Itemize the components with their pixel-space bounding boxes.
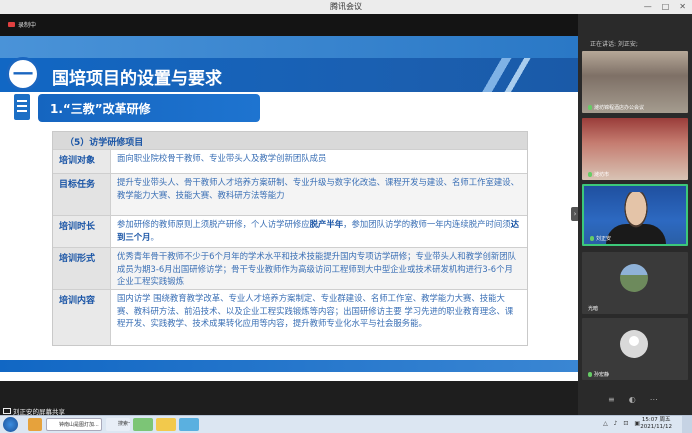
close-button[interactable]: ✕ bbox=[679, 0, 686, 14]
participant-avatar-tile[interactable]: 孙宏静 bbox=[582, 318, 688, 380]
chapter-number: 一 bbox=[13, 62, 33, 86]
project-table: （5）访学研修项目 培训对象 面向职业院校骨干教师、专业带头人及教学创新团队成员… bbox=[52, 131, 528, 346]
mic-icon bbox=[588, 105, 592, 110]
speaking-indicator: 正在讲话: 刘正安; bbox=[590, 41, 638, 48]
recording-bar: 录制中 bbox=[0, 14, 578, 36]
window-controls: — □ ✕ bbox=[644, 0, 686, 14]
participants-panel: 正在讲话: 刘正安; 潍坊锦程酒店办公会议 潍坊市 刘正安 光暗 孙宏静 ≡ ◐… bbox=[578, 14, 692, 415]
layout-icon[interactable]: ◐ bbox=[629, 395, 636, 404]
table-row: 目标任务 提升专业带头人、骨干教师人才培养方案研制、专业升级与数字化改造、课程开… bbox=[53, 173, 527, 215]
minimize-button[interactable]: — bbox=[644, 0, 652, 14]
taskbar-item-app[interactable] bbox=[179, 418, 199, 431]
table-row: 培训内容 国内访学 围绕教育教学改革、专业人才培养方案制定、专业群建设、名师工作… bbox=[53, 289, 527, 345]
mic-icon bbox=[590, 236, 594, 241]
taskbar-item-explorer[interactable] bbox=[28, 418, 42, 431]
taskbar-item-folder[interactable] bbox=[156, 418, 176, 431]
row-content: 提升专业带头人、骨干教师人才培养方案研制、专业升级与数字化改造、课程开发与建设、… bbox=[111, 174, 527, 215]
window-title: 腾讯会议 bbox=[330, 2, 362, 11]
participant-label: 潍坊市 bbox=[588, 171, 609, 178]
taskbar-clock[interactable]: 15:07 周五 2021/11/12 bbox=[640, 417, 672, 431]
row-label: 培训内容 bbox=[53, 290, 111, 345]
recording-indicator[interactable]: 录制中 bbox=[8, 20, 36, 29]
recording-label: 录制中 bbox=[18, 22, 37, 29]
row-content: 优秀青年骨干教师不少于6个月年的学术水平和技术技能提升国内专项访学研修；专业带头… bbox=[111, 248, 527, 289]
avatar bbox=[620, 264, 648, 292]
document-icon bbox=[14, 94, 30, 120]
chapter-title: 国培项目的设置与要求 bbox=[52, 69, 222, 89]
banner-decoration bbox=[438, 58, 578, 92]
speaker-face bbox=[618, 192, 654, 238]
row-content: 国内访学 围绕教育教学改革、专业人才培养方案制定、专业群建设、名师工作室、教学能… bbox=[117, 293, 514, 328]
table-row: 培训形式 优秀青年骨干教师不少于6个月年的学术水平和技术技能提升国内专项访学研修… bbox=[53, 247, 527, 289]
list-icon[interactable]: ≡ bbox=[608, 395, 615, 404]
section-title: 1.“三教”改革研修 bbox=[50, 102, 151, 116]
row-label: 培训形式 bbox=[53, 248, 111, 289]
taskbar-item-search[interactable]: 搜索一下 bbox=[106, 418, 130, 431]
table-row: 培训时长 参加研修的教师原则上须脱产研修，个人访学研修应脱产半年，参加团队访学的… bbox=[53, 215, 527, 247]
monitor-icon bbox=[3, 408, 11, 414]
taskbar-item-wechat[interactable] bbox=[133, 418, 153, 431]
table-caption: （5）访学研修项目 bbox=[53, 132, 527, 149]
participant-label: 刘正安 bbox=[590, 235, 611, 242]
start-button[interactable] bbox=[3, 417, 18, 432]
clock-date: 2021/11/12 bbox=[640, 424, 672, 430]
row-content: 参加研修的教师原则上须脱产研修，个人访学研修应脱产半年，参加团队访学的教师一年内… bbox=[117, 219, 519, 242]
section-title-bar: 1.“三教”改革研修 bbox=[38, 94, 260, 122]
table-row: 培训对象 面向职业院校骨干教师、专业带头人及教学创新团队成员 bbox=[53, 149, 527, 173]
system-tray[interactable]: △ ♪ ⊡ ▣ bbox=[603, 420, 642, 427]
mic-icon bbox=[588, 172, 592, 177]
participant-video-tile[interactable]: 潍坊锦程酒店办公会议 bbox=[582, 51, 688, 113]
avatar bbox=[620, 330, 648, 358]
more-icon[interactable]: ⋯ bbox=[650, 395, 658, 404]
taskbar-item-browser[interactable]: 钟南山是图灯加... bbox=[46, 418, 102, 431]
shared-slide: 一 国培项目的设置与要求 1.“三教”改革研修 （5）访学研修项目 培训对象 面… bbox=[0, 36, 578, 381]
windows-taskbar: 钟南山是图灯加... 搜索一下 △ ♪ ⊡ ▣ 15:07 周五 2021/11… bbox=[0, 415, 692, 433]
active-speaker-tile[interactable]: 刘正安 bbox=[582, 184, 688, 246]
participant-label: 潍坊锦程酒店办公会议 bbox=[588, 104, 644, 111]
row-label: 培训时长 bbox=[53, 216, 111, 247]
title-bar: 腾讯会议 — □ ✕ bbox=[0, 0, 692, 14]
show-desktop-button[interactable] bbox=[682, 416, 692, 433]
maximize-button[interactable]: □ bbox=[662, 0, 670, 14]
mic-icon bbox=[588, 372, 592, 377]
chapter-banner: 一 国培项目的设置与要求 bbox=[0, 57, 578, 92]
participant-avatar-tile[interactable]: 光暗 bbox=[582, 252, 688, 314]
slide-bottom-stripe bbox=[0, 360, 578, 372]
clock-time: 15:07 周五 bbox=[641, 417, 671, 423]
participant-video-tile[interactable]: 潍坊市 bbox=[582, 118, 688, 180]
highlight-half-year: 脱产半年 bbox=[309, 219, 344, 229]
row-label: 培训对象 bbox=[53, 150, 111, 173]
record-icon bbox=[8, 22, 15, 27]
row-content: 面向职业院校骨干教师、专业带头人及教学创新团队成员 bbox=[117, 153, 327, 163]
meeting-app: 腾讯会议 — □ ✕ 录制中 一 国培项目的设置与要求 1.“三教”改革研修 （… bbox=[0, 0, 692, 433]
chapter-number-badge: 一 bbox=[6, 57, 40, 91]
panel-toolbar: ≡ ◐ ⋯ bbox=[608, 395, 658, 404]
participant-label: 孙宏静 bbox=[588, 371, 609, 378]
participant-label: 光暗 bbox=[588, 306, 599, 312]
row-label: 目标任务 bbox=[53, 174, 111, 215]
